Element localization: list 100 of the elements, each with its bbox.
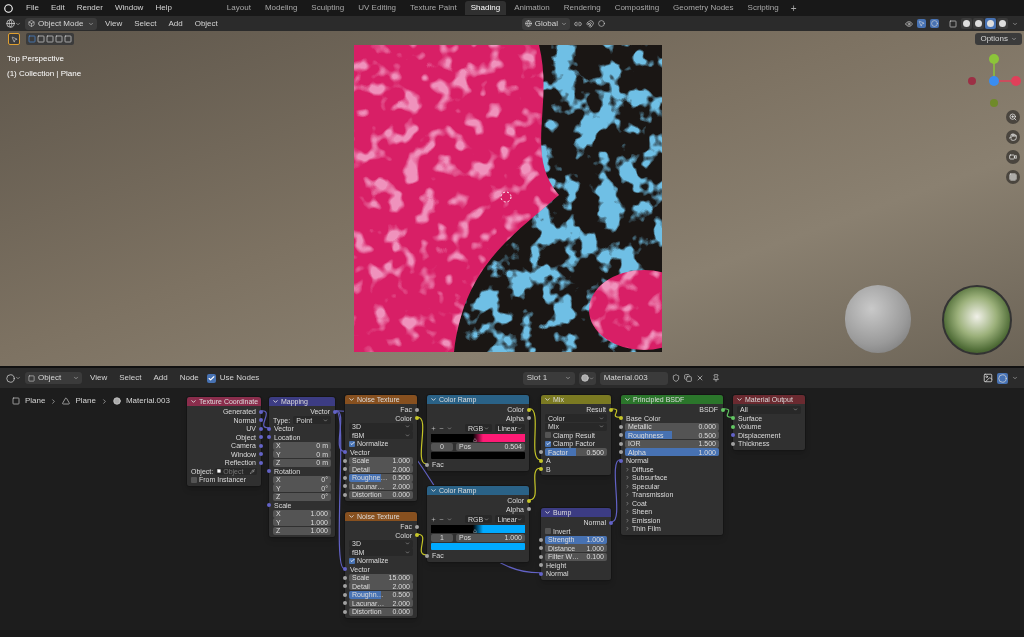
xray-icon[interactable] xyxy=(949,19,957,28)
workspace-tab[interactable]: Compositing xyxy=(608,1,666,15)
magnet-icon[interactable] xyxy=(585,19,594,28)
socket[interactable] xyxy=(731,424,735,429)
select-tool-button[interactable] xyxy=(8,33,20,45)
workspace-tab[interactable]: Sculpting xyxy=(305,1,351,15)
socket[interactable] xyxy=(539,467,543,472)
socket[interactable] xyxy=(425,462,429,467)
add-icon[interactable] xyxy=(431,516,436,522)
socket[interactable] xyxy=(539,458,543,463)
socket[interactable] xyxy=(527,507,531,512)
socket[interactable] xyxy=(527,498,531,503)
workspace-tab[interactable]: Texture Paint xyxy=(404,1,463,15)
workspace-tab[interactable]: Layout xyxy=(220,1,257,15)
backdrop-icon[interactable] xyxy=(983,373,993,383)
overlay-icon[interactable] xyxy=(997,372,1008,384)
orientation-dropdown[interactable]: Global xyxy=(521,17,570,30)
socket[interactable] xyxy=(619,450,623,455)
socket[interactable] xyxy=(415,416,419,421)
breadcrumb-item[interactable]: Plane xyxy=(75,395,96,407)
socket[interactable] xyxy=(343,575,347,580)
menu-item[interactable]: Add xyxy=(149,372,172,384)
socket[interactable] xyxy=(539,537,543,542)
menu-item[interactable]: Object xyxy=(190,17,222,30)
menu-item[interactable]: View xyxy=(101,17,127,30)
socket[interactable] xyxy=(343,609,347,614)
workspace-tab[interactable]: UV Editing xyxy=(352,1,403,15)
socket[interactable] xyxy=(343,458,347,463)
remove-icon[interactable] xyxy=(439,425,444,431)
close-icon[interactable] xyxy=(695,374,704,382)
stop-marker-icon[interactable] xyxy=(473,437,478,442)
menu-item[interactable]: Add xyxy=(164,17,187,30)
chevron-icon[interactable] xyxy=(1012,20,1018,27)
material-name-field[interactable]: Material.003 xyxy=(599,371,668,385)
socket[interactable] xyxy=(619,441,623,446)
workspace-tab[interactable]: Modeling xyxy=(258,1,304,15)
socket[interactable] xyxy=(619,433,623,438)
editor-type-button[interactable] xyxy=(6,19,21,28)
breadcrumb-item[interactable]: Material.003 xyxy=(125,395,170,407)
menu-item[interactable]: Select xyxy=(130,17,161,30)
menu-item[interactable]: Help xyxy=(150,2,177,14)
color-swatch[interactable] xyxy=(431,452,525,459)
socket[interactable] xyxy=(415,407,419,412)
checkbox[interactable] xyxy=(349,440,355,447)
stop-marker-icon[interactable] xyxy=(473,528,478,533)
checkbox[interactable] xyxy=(206,373,216,383)
workspace-tab[interactable]: Shading xyxy=(464,1,507,15)
menu-item[interactable]: View xyxy=(86,372,112,384)
mode-dropdown[interactable]: Object Mode xyxy=(25,17,97,30)
socket[interactable] xyxy=(539,563,543,568)
data-type-dropdown[interactable]: Object xyxy=(25,372,82,384)
breadcrumb-item[interactable]: Plane xyxy=(25,395,46,407)
socket[interactable] xyxy=(619,424,623,429)
workspace-tab[interactable]: Rendering xyxy=(557,1,607,15)
menu-item[interactable]: File xyxy=(21,2,44,14)
socket[interactable] xyxy=(425,553,429,558)
shading-mode-button[interactable] xyxy=(985,18,996,29)
shield-icon[interactable] xyxy=(671,374,680,382)
socket[interactable] xyxy=(343,584,347,589)
options-dropdown[interactable]: Options xyxy=(975,33,1022,45)
overlay-icon[interactable] xyxy=(930,19,939,28)
socket[interactable] xyxy=(527,416,531,421)
socket[interactable] xyxy=(343,467,347,472)
color-swatch[interactable] xyxy=(431,543,525,550)
visibility-icon[interactable] xyxy=(905,19,913,28)
socket[interactable] xyxy=(731,416,735,421)
editor-type-button[interactable] xyxy=(6,373,21,383)
socket[interactable] xyxy=(343,492,347,497)
workspace-tab[interactable]: Scripting xyxy=(741,1,785,15)
chevron-icon[interactable] xyxy=(1012,375,1018,381)
shading-mode-button[interactable] xyxy=(997,18,1008,29)
menu-item[interactable]: Render xyxy=(71,2,108,14)
hand-icon[interactable] xyxy=(1006,130,1020,144)
gizmo-toggle-icon[interactable] xyxy=(917,19,926,28)
shading-mode-button[interactable] xyxy=(973,18,984,29)
checkbox[interactable] xyxy=(191,476,197,483)
menu-item[interactable]: Node xyxy=(175,372,203,384)
pin-icon[interactable] xyxy=(711,374,720,382)
remove-icon[interactable] xyxy=(439,516,444,522)
socket[interactable] xyxy=(609,407,613,412)
copy-icon[interactable] xyxy=(683,374,692,382)
camera-icon[interactable] xyxy=(1006,150,1020,164)
menu-item[interactable]: Select xyxy=(115,372,146,384)
checkbox[interactable] xyxy=(545,440,551,447)
add-icon[interactable] xyxy=(431,425,436,431)
menu-item[interactable]: Window xyxy=(109,2,149,14)
proportional-icon[interactable] xyxy=(597,20,605,27)
socket[interactable] xyxy=(343,484,347,489)
checkbox[interactable] xyxy=(545,528,551,535)
zoom-icon[interactable] xyxy=(1006,110,1020,124)
material-browse-button[interactable] xyxy=(578,371,596,385)
checkbox[interactable] xyxy=(349,557,355,564)
logo-icon[interactable] xyxy=(4,3,13,13)
workspace-tab[interactable]: Geometry Nodes xyxy=(667,1,740,15)
color-ramp-gradient[interactable] xyxy=(431,433,525,442)
socket[interactable] xyxy=(343,601,347,606)
slot-dropdown[interactable]: Slot 1 xyxy=(522,371,575,385)
shading-mode-button[interactable] xyxy=(961,18,972,29)
socket[interactable] xyxy=(343,592,347,597)
workspace-tab[interactable]: Animation xyxy=(508,1,556,15)
